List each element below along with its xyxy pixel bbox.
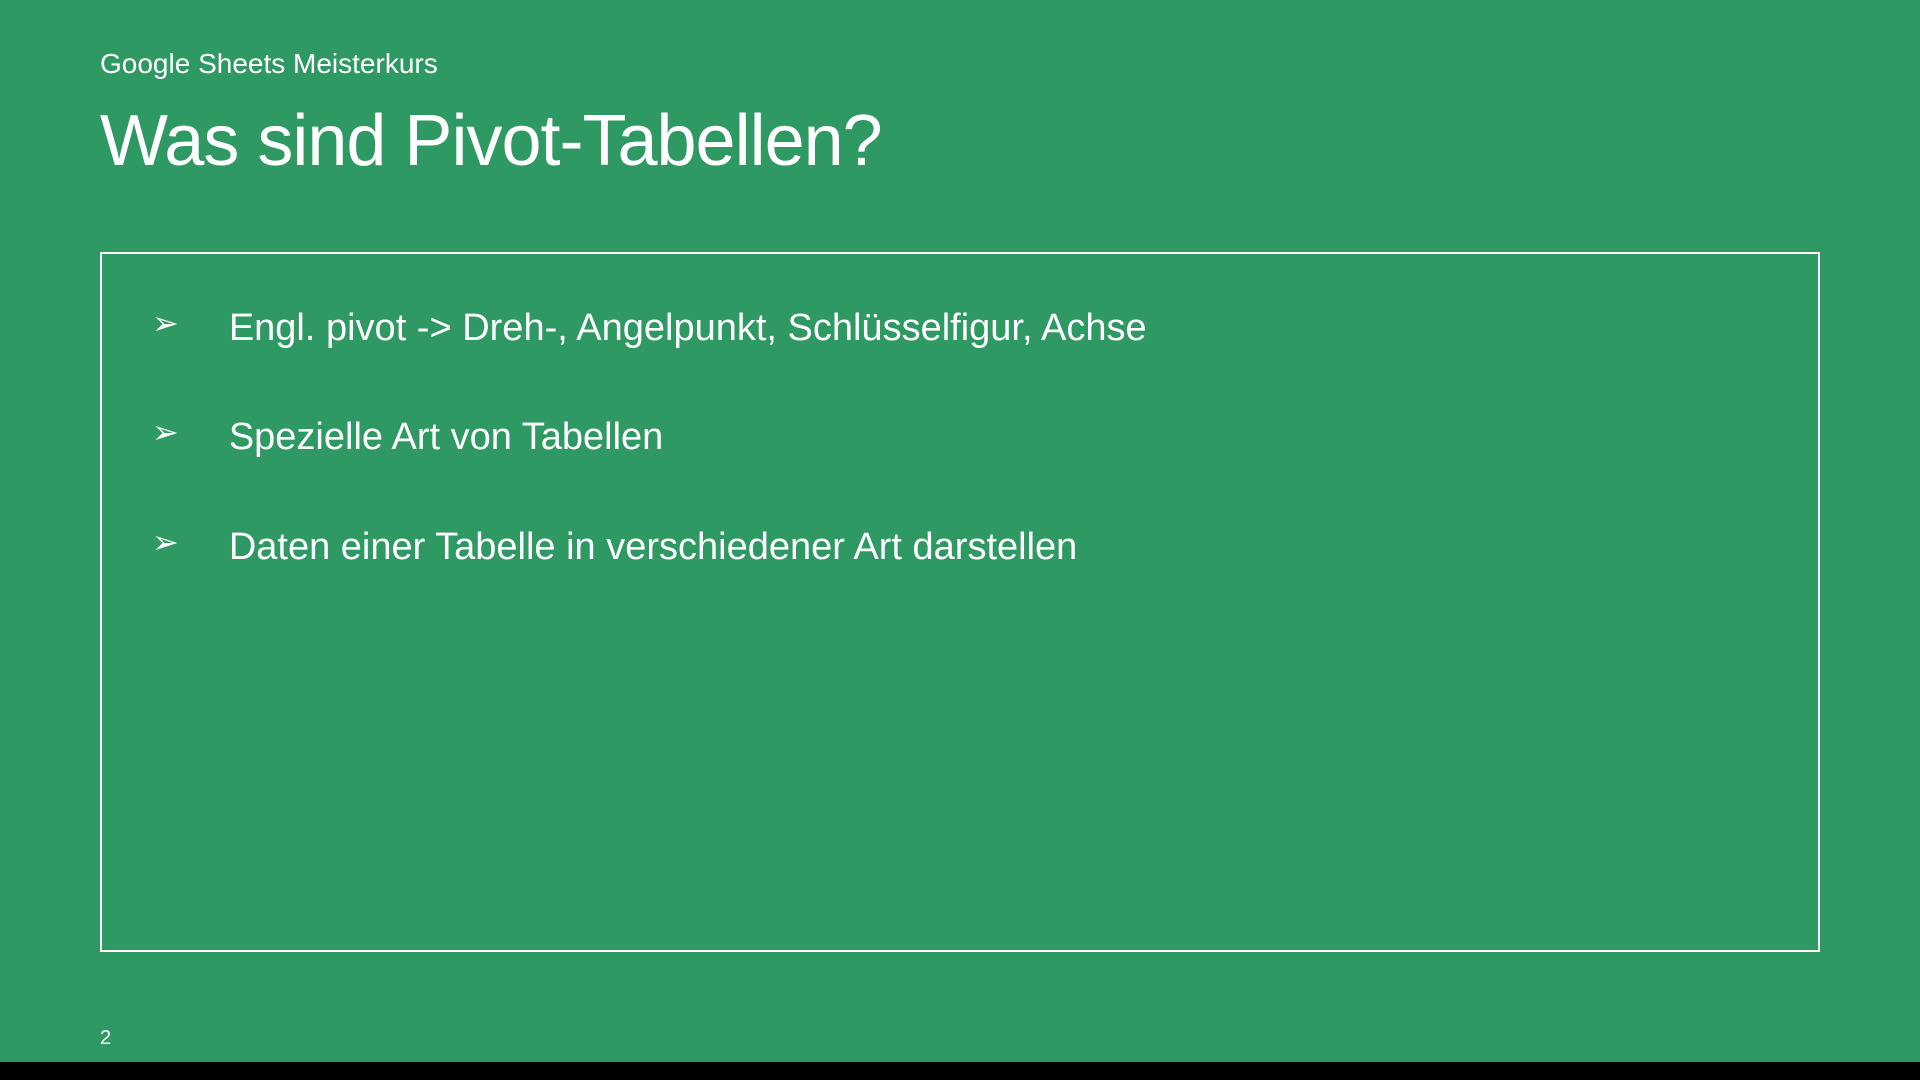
bullet-text: Engl. pivot -> Dreh-, Angelpunkt, Schlüs… <box>229 304 1147 353</box>
slide-title: Was sind Pivot-Tabellen? <box>100 100 1820 182</box>
chevron-right-icon: ➢ <box>152 304 179 342</box>
list-item: ➢ Engl. pivot -> Dreh-, Angelpunkt, Schl… <box>142 304 1778 353</box>
content-box: ➢ Engl. pivot -> Dreh-, Angelpunkt, Schl… <box>100 252 1820 952</box>
list-item: ➢ Daten einer Tabelle in verschiedener A… <box>142 523 1778 572</box>
bottom-bar <box>0 1062 1920 1080</box>
chevron-right-icon: ➢ <box>152 413 179 451</box>
page-number: 2 <box>100 1027 111 1050</box>
bullet-text: Daten einer Tabelle in verschiedener Art… <box>229 523 1077 572</box>
slide-subtitle: Google Sheets Meisterkurs <box>100 48 1820 80</box>
bullet-text: Spezielle Art von Tabellen <box>229 413 663 462</box>
bullet-list: ➢ Engl. pivot -> Dreh-, Angelpunkt, Schl… <box>142 304 1778 572</box>
chevron-right-icon: ➢ <box>152 523 179 561</box>
list-item: ➢ Spezielle Art von Tabellen <box>142 413 1778 462</box>
slide-container: Google Sheets Meisterkurs Was sind Pivot… <box>0 0 1920 1080</box>
